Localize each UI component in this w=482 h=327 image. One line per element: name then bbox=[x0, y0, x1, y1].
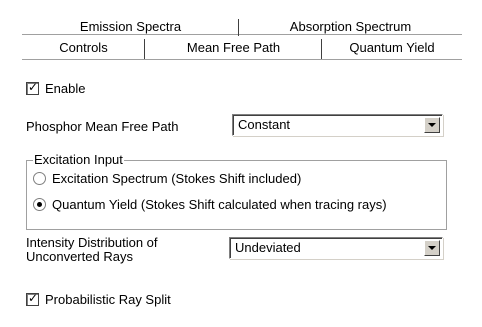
radio-selected-dot bbox=[37, 201, 42, 207]
tab-label: Quantum Yield bbox=[349, 40, 435, 55]
intensity-label-line2: Unconverted Rays bbox=[26, 249, 133, 264]
ray-split-label: Probabilistic Ray Split bbox=[45, 291, 171, 307]
tab-row-back: Emission Spectra Absorption Spectrum bbox=[22, 16, 462, 36]
checkbox-box[interactable]: ✓ bbox=[26, 290, 39, 306]
excitation-input-legend: Excitation Input bbox=[33, 152, 124, 167]
tab-row-front: Controls Mean Free Path Quantum Yield bbox=[22, 37, 462, 59]
dropdown-button[interactable] bbox=[424, 117, 440, 133]
intensity-distribution-select[interactable]: Undeviated bbox=[229, 237, 443, 259]
tab-label: Emission Spectra bbox=[79, 19, 182, 34]
check-icon: ✓ bbox=[28, 290, 39, 305]
controls-panel: ✓ Enable Phosphor Mean Free Path Constan… bbox=[22, 60, 482, 327]
tab-emission-spectra[interactable]: Emission Spectra bbox=[22, 16, 239, 36]
intensity-label-line1: Intensity Distribution of bbox=[26, 235, 158, 250]
ray-split-checkbox[interactable]: ✓ Probabilistic Ray Split bbox=[26, 291, 171, 307]
tab-label: Absorption Spectrum bbox=[289, 19, 412, 34]
radio-label: Excitation Spectrum (Stokes Shift includ… bbox=[52, 170, 302, 186]
enable-label: Enable bbox=[45, 80, 86, 96]
phosphor-mfp-value: Constant bbox=[238, 117, 291, 132]
tab-label: Controls bbox=[59, 40, 108, 55]
chevron-down-icon bbox=[428, 123, 436, 127]
tab-controls[interactable]: Controls bbox=[22, 37, 145, 59]
radio-quantum-yield[interactable]: Quantum Yield (Stokes Shift calculated w… bbox=[33, 196, 387, 212]
radio-label: Quantum Yield (Stokes Shift calculated w… bbox=[52, 196, 387, 212]
intensity-value: Undeviated bbox=[235, 240, 301, 255]
phosphor-mfp-label: Phosphor Mean Free Path bbox=[26, 119, 179, 134]
radio-excitation-spectrum[interactable]: Excitation Spectrum (Stokes Shift includ… bbox=[33, 170, 301, 186]
phosphor-mfp-select[interactable]: Constant bbox=[232, 114, 443, 136]
tab-mean-free-path[interactable]: Mean Free Path bbox=[145, 37, 322, 59]
excitation-input-group: Excitation Input Excitation Spectrum (St… bbox=[26, 152, 447, 230]
enable-checkbox[interactable]: ✓ Enable bbox=[26, 80, 85, 96]
dropdown-button[interactable] bbox=[424, 240, 440, 256]
tab-label: Mean Free Path bbox=[186, 40, 281, 55]
radio-button[interactable] bbox=[33, 171, 46, 185]
check-icon: ✓ bbox=[28, 79, 39, 94]
tab-absorption-spectrum[interactable]: Absorption Spectrum bbox=[239, 16, 462, 35]
checkbox-box[interactable]: ✓ bbox=[26, 79, 39, 95]
tab-quantum-yield[interactable]: Quantum Yield bbox=[322, 37, 462, 59]
dialog: Emission Spectra Absorption Spectrum Con… bbox=[0, 0, 482, 327]
radio-button[interactable] bbox=[33, 197, 46, 211]
chevron-down-icon bbox=[428, 246, 436, 250]
